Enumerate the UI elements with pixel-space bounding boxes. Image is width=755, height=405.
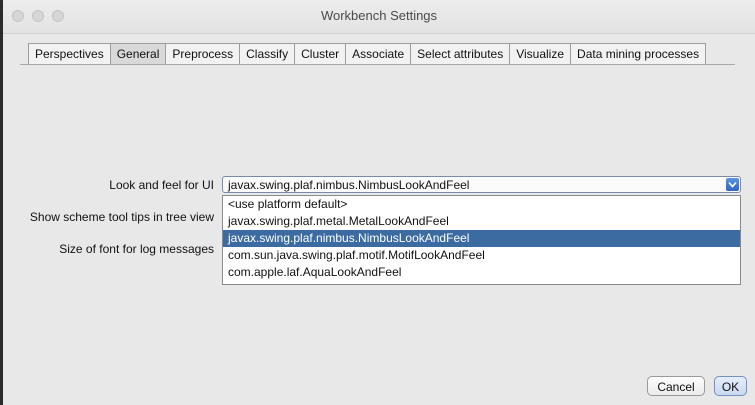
settings-tabs: Perspectives General Preprocess Classify… bbox=[28, 43, 707, 65]
tab-data-mining-processes[interactable]: Data mining processes bbox=[570, 43, 707, 64]
tab-visualize[interactable]: Visualize bbox=[509, 43, 572, 64]
tab-associate[interactable]: Associate bbox=[345, 43, 412, 64]
window-title: Workbench Settings bbox=[320, 8, 438, 23]
tab-cluster[interactable]: Cluster bbox=[294, 43, 347, 64]
dropdown-option[interactable]: javax.swing.plaf.metal.MetalLookAndFeel bbox=[223, 213, 740, 230]
dropdown-option[interactable]: com.apple.laf.AquaLookAndFeel bbox=[223, 264, 740, 281]
log-font-size-label: Size of font for log messages bbox=[59, 242, 214, 256]
look-and-feel-label: Look and feel for UI bbox=[109, 178, 214, 192]
tab-preprocess[interactable]: Preprocess bbox=[165, 43, 241, 64]
tab-general[interactable]: General bbox=[109, 43, 167, 64]
tab-select-attributes[interactable]: Select attributes bbox=[410, 43, 511, 64]
window-edge bbox=[0, 0, 3, 405]
look-and-feel-value: javax.swing.plaf.nimbus.NimbusLookAndFee… bbox=[228, 178, 470, 192]
tab-perspectives[interactable]: Perspectives bbox=[28, 43, 111, 64]
tooltips-label: Show scheme tool tips in tree view bbox=[29, 210, 214, 224]
ok-button[interactable]: OK bbox=[714, 376, 747, 396]
dropdown-option-selected[interactable]: javax.swing.plaf.nimbus.NimbusLookAndFee… bbox=[223, 230, 740, 247]
title-bar[interactable]: Workbench Settings bbox=[3, 0, 755, 34]
look-and-feel-select[interactable]: javax.swing.plaf.nimbus.NimbusLookAndFee… bbox=[222, 176, 741, 193]
tab-classify[interactable]: Classify bbox=[239, 43, 296, 64]
chevron-down-icon[interactable] bbox=[726, 178, 739, 191]
look-and-feel-dropdown: <use platform default> javax.swing.plaf.… bbox=[222, 195, 741, 285]
settings-window: Workbench Settings Perspectives General … bbox=[0, 0, 755, 405]
tab-divider bbox=[20, 64, 735, 65]
cancel-button[interactable]: Cancel bbox=[647, 376, 705, 396]
dropdown-option[interactable]: <use platform default> bbox=[223, 196, 740, 213]
dropdown-option[interactable]: com.sun.java.swing.plaf.motif.MotifLookA… bbox=[223, 247, 740, 264]
